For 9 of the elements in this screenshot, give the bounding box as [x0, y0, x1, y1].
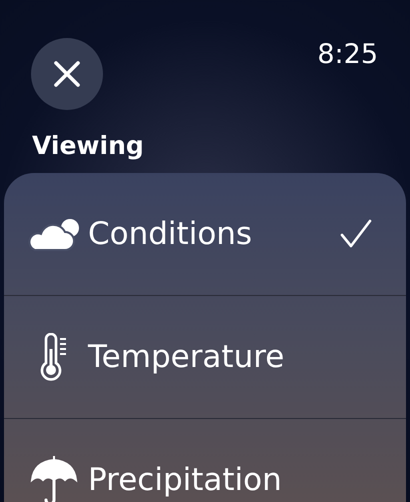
close-icon — [52, 59, 82, 89]
cloud-icon — [27, 216, 81, 252]
option-row[interactable]: Precipitation — [4, 419, 406, 502]
checkmark-icon — [340, 219, 372, 249]
umbrella-icon — [30, 454, 78, 502]
section-title: Viewing — [31, 131, 145, 162]
time: 8:25 — [317, 39, 378, 70]
option-row[interactable]: Conditions — [4, 173, 406, 296]
option-row[interactable]: Temperature — [4, 296, 406, 419]
